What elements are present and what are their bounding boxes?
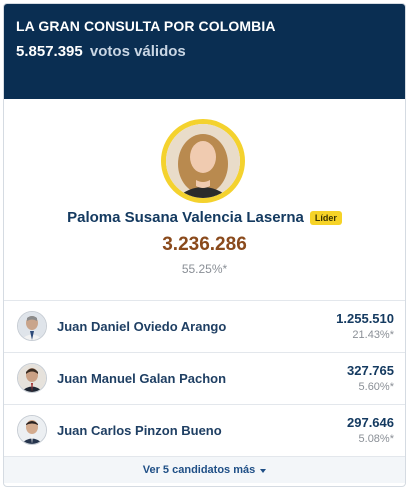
- candidate-avatar: [17, 415, 47, 445]
- candidate-percent: 5.08%*: [358, 433, 394, 445]
- candidate-percent: 21.43%*: [352, 329, 394, 341]
- candidate-row: Juan Manuel Galan Pachon 327.765 5.60%*: [4, 353, 405, 405]
- candidate-row: Juan Carlos Pinzon Bueno 297.646 5.08%*: [4, 405, 405, 457]
- valid-votes-count: 5.857.395: [16, 43, 83, 60]
- leader-badge: Líder: [309, 210, 342, 225]
- consulta-title: LA GRAN CONSULTA POR COLOMBIA: [16, 18, 276, 34]
- candidate-row: Juan Daniel Oviedo Arango 1.255.510 21.4…: [4, 301, 405, 353]
- leader-name: Paloma Susana Valencia Laserna: [67, 209, 304, 226]
- leader-photo: [166, 124, 240, 198]
- leader-section: Paloma Susana Valencia Laserna Líder 3.2…: [4, 99, 405, 301]
- candidate-percent: 5.60%*: [358, 381, 394, 393]
- candidate-avatar: [17, 363, 47, 393]
- results-header: LA GRAN CONSULTA POR COLOMBIA 5.857.395 …: [4, 4, 405, 99]
- candidate-name: Juan Carlos Pinzon Bueno: [57, 423, 222, 438]
- results-card: LA GRAN CONSULTA POR COLOMBIA 5.857.395 …: [3, 3, 406, 487]
- show-more-label: Ver 5 candidatos más: [142, 464, 256, 476]
- chevron-down-icon: [260, 468, 267, 473]
- leader-name-row: Paloma Susana Valencia Laserna Líder: [4, 209, 405, 226]
- candidate-votes: 1.255.510: [336, 311, 394, 326]
- valid-votes-summary: 5.857.395 votos válidos: [16, 43, 393, 60]
- valid-votes-label: votos válidos: [89, 43, 186, 60]
- leader-votes: 3.236.286: [162, 234, 247, 255]
- leader-avatar: [161, 119, 245, 203]
- candidate-votes: 327.765: [347, 363, 394, 378]
- leader-percent: 55.25%*: [181, 262, 228, 276]
- show-more-candidates-button[interactable]: Ver 5 candidatos más: [4, 457, 405, 483]
- candidate-name: Juan Manuel Galan Pachon: [57, 371, 227, 386]
- candidate-avatar: [17, 311, 47, 341]
- candidate-name: Juan Daniel Oviedo Arango: [57, 319, 227, 334]
- candidate-votes: 297.646: [347, 415, 394, 430]
